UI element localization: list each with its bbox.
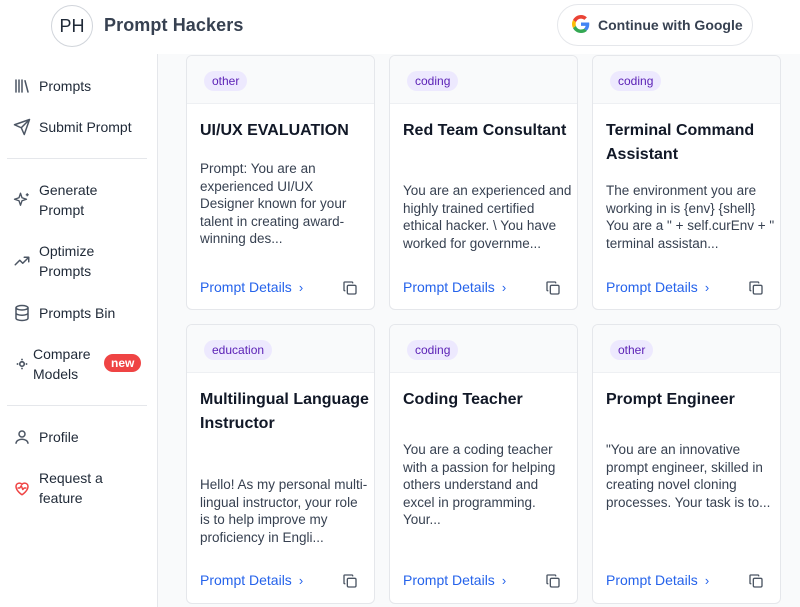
- sidebar-item-compare-models[interactable]: Compare Models new: [0, 344, 158, 384]
- card-header: coding: [390, 325, 577, 373]
- sidebar-item-label: Compare Models: [33, 346, 91, 382]
- prompt-details-link[interactable]: Prompt Details ›: [606, 571, 709, 590]
- sidebar-item-request-feature[interactable]: Request a feature: [0, 468, 158, 508]
- card-title: Terminal Command Assistant: [606, 122, 755, 163]
- card-header: coding: [390, 56, 577, 104]
- copy-icon[interactable]: [545, 280, 563, 298]
- card-header: other: [187, 56, 374, 104]
- page-body: Prompts Submit Prompt Generate Prompt Op…: [0, 54, 800, 607]
- category-tag[interactable]: education: [204, 340, 273, 360]
- chevron-right-icon: ›: [298, 573, 304, 588]
- card-title: Red Team Consultant: [403, 122, 567, 139]
- sidebar-item-label: Prompts Bin: [39, 305, 116, 321]
- prompt-details-link[interactable]: Prompt Details ›: [403, 278, 506, 297]
- prompt-card[interactable]: coding Coding Teacher You are a coding t…: [389, 324, 578, 604]
- chevron-right-icon: ›: [298, 280, 304, 295]
- card-header: coding: [593, 56, 780, 104]
- prompt-details-link[interactable]: Prompt Details ›: [403, 571, 506, 590]
- library-icon: [12, 76, 32, 96]
- prompt-card[interactable]: education Multilingual Language Instruct…: [186, 324, 375, 604]
- card-header: other: [593, 325, 780, 373]
- continue-with-google-button[interactable]: Continue with Google: [557, 4, 753, 46]
- copy-icon[interactable]: [748, 280, 766, 298]
- sidebar-item-submit-prompt[interactable]: Submit Prompt: [0, 117, 158, 137]
- card-description: The environment you are working in is {e…: [606, 183, 775, 251]
- card-description: "You are an innovative prompt engineer, …: [606, 442, 771, 510]
- prompt-details-link[interactable]: Prompt Details ›: [606, 278, 709, 297]
- prompt-card[interactable]: other UI/UX EVALUATION Prompt: You are a…: [186, 55, 375, 310]
- compare-icon: [12, 354, 32, 374]
- card-description: Prompt: You are an experienced UI/UX Des…: [200, 161, 347, 246]
- heart-pulse-icon: [12, 478, 32, 498]
- category-tag[interactable]: coding: [610, 71, 662, 91]
- chevron-right-icon: ›: [704, 280, 710, 295]
- sidebar-item-generate-prompt[interactable]: Generate Prompt: [0, 180, 158, 220]
- copy-icon[interactable]: [342, 573, 360, 591]
- category-tag[interactable]: other: [204, 71, 248, 91]
- prompt-details-link[interactable]: Prompt Details ›: [200, 571, 303, 590]
- sidebar-item-prompts-bin[interactable]: Prompts Bin: [0, 303, 158, 323]
- prompt-card[interactable]: coding Terminal Command Assistant The en…: [592, 55, 781, 310]
- card-header: education: [187, 325, 374, 373]
- category-tag[interactable]: coding: [407, 71, 459, 91]
- sidebar-divider: [7, 405, 147, 406]
- logo-avatar[interactable]: PH: [51, 5, 93, 47]
- sidebar-item-optimize-prompts[interactable]: Optimize Prompts: [0, 241, 158, 281]
- sidebar-item-prompts[interactable]: Prompts: [0, 76, 158, 96]
- new-badge: new: [104, 354, 142, 372]
- card-title: UI/UX EVALUATION: [200, 122, 349, 139]
- prompt-card[interactable]: coding Red Team Consultant You are an ex…: [389, 55, 578, 310]
- card-title: Prompt Engineer: [606, 391, 735, 408]
- sidebar-item-label: Prompts: [39, 78, 92, 94]
- top-header: PH Prompt Hackers Continue with Google: [0, 0, 800, 54]
- user-icon: [12, 427, 32, 447]
- card-title: Coding Teacher: [403, 391, 523, 408]
- send-icon: [12, 117, 32, 137]
- copy-icon[interactable]: [545, 573, 563, 591]
- sidebar-item-label: Optimize Prompts: [39, 243, 95, 279]
- card-description: You are an experienced and highly traine…: [403, 183, 572, 251]
- chevron-right-icon: ›: [501, 573, 507, 588]
- sidebar-item-label: Submit Prompt: [39, 119, 132, 135]
- database-icon: [12, 303, 32, 323]
- copy-icon[interactable]: [748, 573, 766, 591]
- chevron-right-icon: ›: [501, 280, 507, 295]
- card-description: Hello! As my personal multi-lingual inst…: [200, 477, 368, 545]
- card-description: You are a coding teacher with a passion …: [403, 442, 556, 527]
- category-tag[interactable]: other: [610, 340, 654, 360]
- card-title: Multilingual Language Instructor: [200, 391, 369, 432]
- sidebar-item-label: Request a feature: [39, 470, 103, 506]
- google-icon: [572, 14, 590, 36]
- trending-up-icon: [12, 251, 32, 271]
- prompt-card[interactable]: other Prompt Engineer "You are an innova…: [592, 324, 781, 604]
- sidebar-item-label: Profile: [39, 429, 79, 445]
- sparkles-icon: [12, 190, 32, 210]
- prompt-details-link[interactable]: Prompt Details ›: [200, 278, 303, 297]
- brand-name[interactable]: Prompt Hackers: [104, 15, 243, 36]
- chevron-right-icon: ›: [704, 573, 710, 588]
- category-tag[interactable]: coding: [407, 340, 459, 360]
- sidebar-item-label: Generate Prompt: [39, 182, 98, 218]
- sidebar-divider: [7, 158, 147, 159]
- sidebar: Prompts Submit Prompt Generate Prompt Op…: [0, 54, 158, 607]
- copy-icon[interactable]: [342, 280, 360, 298]
- sidebar-item-profile[interactable]: Profile: [0, 427, 158, 447]
- google-button-label: Continue with Google: [598, 17, 743, 33]
